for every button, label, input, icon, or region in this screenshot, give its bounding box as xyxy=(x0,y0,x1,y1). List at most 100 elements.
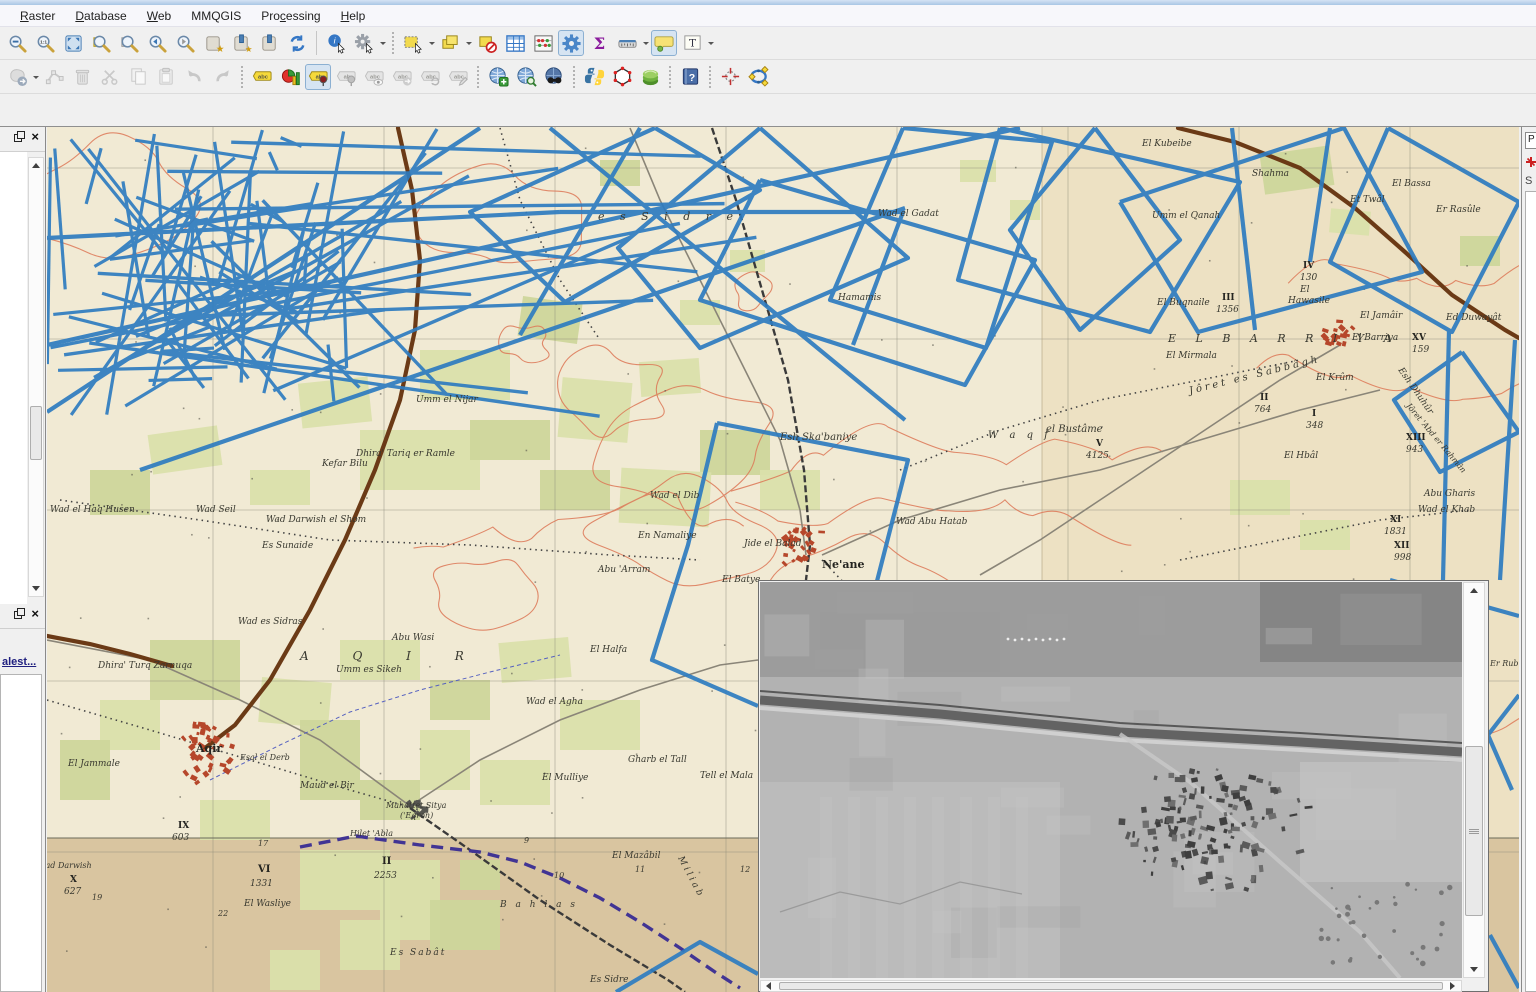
scroll-thumb[interactable] xyxy=(1465,746,1483,916)
menu-raster[interactable]: Raster xyxy=(10,6,65,26)
select-features-dropdown-icon[interactable] xyxy=(427,30,436,56)
scroll-thumb[interactable] xyxy=(30,406,42,460)
add-web-service-icon[interactable] xyxy=(485,64,511,90)
scroll-right-icon[interactable] xyxy=(1445,981,1460,991)
left-dock-area: × × alest... xyxy=(0,127,46,992)
scroll-up-icon[interactable] xyxy=(29,158,43,173)
map-label: IV xyxy=(1303,261,1315,271)
select-by-value-icon[interactable] xyxy=(437,30,463,56)
map-label: El Hbâl xyxy=(1283,450,1318,461)
field-patch xyxy=(340,920,400,970)
map-label: Wad el Dib xyxy=(650,491,700,501)
menu-mmqgis[interactable]: MMQGIS xyxy=(181,6,251,26)
crosshair-tool-icon[interactable] xyxy=(717,64,743,90)
menu-web[interactable]: Web xyxy=(137,6,181,26)
zoom-to-selection-icon[interactable] xyxy=(88,30,114,56)
run-feature-action-dropdown-icon[interactable] xyxy=(378,30,387,56)
identify-features-icon[interactable]: i xyxy=(323,30,349,56)
python-console-icon[interactable] xyxy=(581,64,607,90)
measure-icon[interactable] xyxy=(614,30,640,56)
select-features-icon[interactable] xyxy=(400,30,426,56)
scroll-thumb[interactable] xyxy=(779,982,1443,990)
map-label: El Bassa xyxy=(1391,179,1431,189)
zoom-native-icon[interactable]: 1:1 xyxy=(32,30,58,56)
menu-bar: RasterDatabaseWebMMQGISProcessingHelp xyxy=(0,5,1536,27)
search-web-service-icon[interactable] xyxy=(513,64,539,90)
field-calculator-icon[interactable] xyxy=(530,30,556,56)
photo-horizontal-scrollbar[interactable] xyxy=(760,980,1462,992)
aerial-photo-window[interactable] xyxy=(758,580,1489,992)
help-icon[interactable]: ? xyxy=(677,64,703,90)
map-label: Tell el Mala xyxy=(700,771,753,781)
move-feature-dropdown-icon[interactable] xyxy=(31,64,40,90)
panel-close-icon[interactable]: × xyxy=(31,608,39,619)
aerial-photo[interactable] xyxy=(760,582,1462,978)
show-bookmarks-icon[interactable] xyxy=(256,30,282,56)
map-label: II xyxy=(382,856,392,867)
map-label: Abu 'Arram xyxy=(597,565,650,575)
move-feature-icon xyxy=(4,64,30,90)
scroll-down-icon[interactable] xyxy=(1464,962,1484,977)
layer-diagram-options-icon[interactable] xyxy=(277,64,303,90)
geometry-checker-icon[interactable] xyxy=(609,64,635,90)
scroll-left-icon[interactable] xyxy=(761,981,776,991)
toolbar-row-2: abcabababcabcabcabc? xyxy=(0,60,1536,94)
select-by-value-dropdown-icon[interactable] xyxy=(464,30,473,56)
map-label: Wad el Gadat xyxy=(878,209,939,219)
map-label: Wad Abu Hatab xyxy=(896,517,968,527)
map-label: Dhira' Turq Zarnuqa xyxy=(97,661,192,671)
scroll-down-icon[interactable] xyxy=(29,581,43,596)
map-label: XV xyxy=(1412,333,1427,343)
pin-labels-icon[interactable]: ab xyxy=(305,64,331,90)
svg-text:1:1: 1:1 xyxy=(40,39,47,45)
zoom-last-icon[interactable] xyxy=(144,30,170,56)
zoom-to-layer-icon[interactable] xyxy=(116,30,142,56)
text-annotation-icon[interactable]: T xyxy=(679,30,705,56)
panel-toolbar-icon[interactable] xyxy=(1525,156,1536,168)
new-bookmark-icon[interactable]: ★ xyxy=(200,30,226,56)
menu-help[interactable]: Help xyxy=(331,6,376,26)
toolbar-handle[interactable] xyxy=(669,66,671,88)
network-analysis-icon[interactable] xyxy=(745,64,771,90)
toolbar-handle[interactable] xyxy=(573,66,575,88)
zoom-full-icon[interactable] xyxy=(60,30,86,56)
processing-toolbox-icon[interactable] xyxy=(558,30,584,56)
search-input-clipped[interactable]: S xyxy=(1525,175,1532,187)
refresh-icon[interactable] xyxy=(284,30,310,56)
run-feature-action-icon[interactable] xyxy=(351,30,377,56)
statistical-summary-icon[interactable]: Σ xyxy=(586,30,612,56)
photo-vertical-scrollbar[interactable] xyxy=(1463,582,1485,978)
layer-labeling-options-icon[interactable]: abc xyxy=(249,64,275,90)
zoom-out-icon[interactable] xyxy=(4,30,30,56)
menu-database[interactable]: Database xyxy=(65,6,136,26)
toolbar-handle[interactable] xyxy=(477,66,479,88)
map-label: Wad el Khab xyxy=(1418,505,1475,515)
map-label: 2253 xyxy=(373,871,397,881)
text-annotation-dropdown-icon[interactable] xyxy=(706,30,715,56)
map-label: Ed Duwayât xyxy=(1445,312,1502,323)
map-label: Wad el Haq Husen xyxy=(50,505,135,515)
panel-float-icon[interactable] xyxy=(14,608,25,619)
map-tips-icon[interactable] xyxy=(651,30,677,56)
panel-vertical-scrollbar[interactable] xyxy=(28,157,44,597)
right-panel-button[interactable]: P xyxy=(1525,132,1536,149)
quickmapservices-icon[interactable] xyxy=(637,64,663,90)
zoom-next-icon[interactable] xyxy=(172,30,198,56)
map-label: 12 xyxy=(740,865,750,874)
panel-close-icon[interactable]: × xyxy=(31,131,39,142)
map-label: 11 xyxy=(635,865,645,874)
toolbar-handle[interactable] xyxy=(241,66,243,88)
deselect-all-icon[interactable] xyxy=(474,30,500,56)
show-bookmark-manager-icon[interactable]: ★ xyxy=(228,30,254,56)
menu-processing[interactable]: Processing xyxy=(251,6,330,26)
toolbar-handle[interactable] xyxy=(709,66,711,88)
scroll-up-icon[interactable] xyxy=(1464,583,1484,598)
measure-dropdown-icon[interactable] xyxy=(641,30,650,56)
metasearch-icon[interactable] xyxy=(541,64,567,90)
map-label: XI xyxy=(1390,515,1401,525)
panel-float-icon[interactable] xyxy=(14,131,25,142)
layer-link[interactable]: alest... xyxy=(2,656,36,668)
toolbar-handle[interactable] xyxy=(392,32,394,54)
open-attribute-table-icon[interactable] xyxy=(502,30,528,56)
change-label-icon: abc xyxy=(445,64,471,90)
